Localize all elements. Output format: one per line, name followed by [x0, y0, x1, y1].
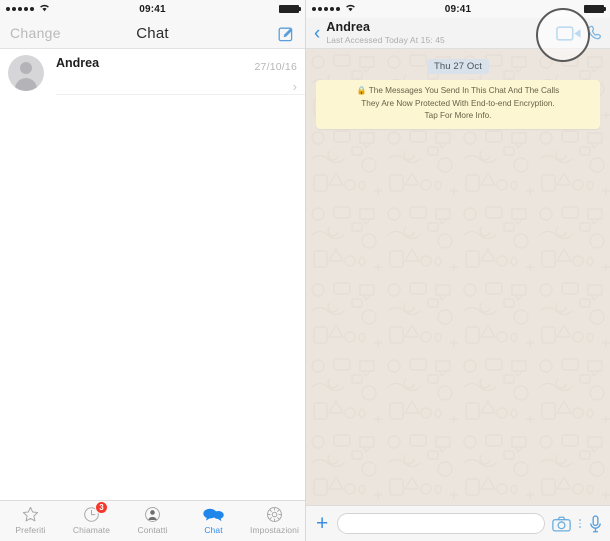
status-bar-left: 09:41	[0, 0, 305, 18]
separator-dots-icon	[578, 519, 582, 528]
message-input[interactable]	[337, 513, 546, 534]
attach-plus-button[interactable]: +	[314, 513, 330, 534]
tab-label: Preferiti	[15, 525, 46, 535]
microphone-icon[interactable]	[589, 514, 602, 533]
person-avatar-icon	[8, 55, 44, 91]
tab-label: Contatti	[137, 525, 168, 535]
chat-list: Andrea 27/10/16 ›	[0, 49, 305, 95]
video-call-icon[interactable]	[556, 25, 582, 42]
status-bar-clock: 09:41	[139, 3, 166, 15]
encryption-text-1: The Messages You Send In This Chat And T…	[368, 86, 560, 95]
recent-calls-clock-icon: 3	[61, 501, 122, 524]
back-chevron-icon[interactable]: ‹	[312, 24, 326, 43]
contacts-person-icon	[122, 504, 183, 524]
tab-chat[interactable]: Chat	[183, 504, 244, 535]
peer-last-seen: Last Accessed Today At 15: 45	[326, 35, 445, 46]
encryption-text-2: They Are Now Protected With End-to-end E…	[361, 98, 555, 108]
battery-icon	[584, 5, 606, 13]
lock-icon: 🔒	[356, 86, 367, 95]
peer-info[interactable]: Andrea Last Accessed Today At 15: 45	[326, 20, 556, 45]
chevron-right-icon: ›	[292, 79, 297, 94]
list-divider	[56, 94, 305, 95]
tab-preferiti[interactable]: Preferiti	[0, 504, 61, 535]
tab-label: Chat	[204, 525, 223, 535]
contact-name: Andrea	[56, 56, 100, 70]
list-item[interactable]: Andrea 27/10/16 ›	[0, 49, 305, 95]
status-bar-right: 09:41	[306, 0, 610, 18]
tab-impostazioni[interactable]: Impostazioni	[244, 504, 305, 535]
date-separator: Thu 27 Oct	[306, 49, 610, 74]
tab-chiamate[interactable]: 3 Chiamate	[61, 501, 122, 535]
settings-gear-icon	[244, 504, 305, 524]
peer-name: Andrea	[326, 20, 370, 35]
left-phone-screen: 09:41 Change Chat Andrea 27/10/16 › Pref…	[0, 0, 305, 541]
status-badge: 3	[95, 501, 108, 514]
chat-date: 27/10/16	[254, 61, 297, 73]
encryption-line-1: 🔒 The Messages You Send In This Chat And …	[322, 85, 594, 98]
message-input-bar: +	[306, 505, 610, 541]
nav-actions	[536, 8, 604, 62]
chat-bubbles-icon	[183, 504, 244, 524]
bottom-tab-bar: Preferiti 3 Chiamate Contatti Chat Impos…	[0, 500, 305, 541]
chat-row-meta: 27/10/16 ›	[255, 55, 297, 93]
encryption-notice[interactable]: 🔒 The Messages You Send In This Chat And …	[316, 80, 600, 130]
phone-call-icon[interactable]	[586, 24, 604, 42]
compose-icon[interactable]	[278, 25, 295, 42]
tab-contatti[interactable]: Contatti	[122, 504, 183, 535]
page-title: Chat	[136, 24, 169, 42]
dual-phone-screenshot: 09:41 Change Chat Andrea 27/10/16 › Pref…	[0, 0, 610, 541]
right-nav-bar: ‹ Andrea Last Accessed Today At 15: 45	[306, 8, 610, 62]
tab-label: Impostazioni	[250, 525, 299, 535]
tab-label: Chiamate	[72, 525, 111, 535]
status-bar-clock: 09:41	[444, 3, 472, 15]
star-icon	[0, 504, 61, 524]
right-phone-screen: 09:41 ‹ Andrea Last Accessed Today At 15…	[305, 0, 610, 541]
camera-icon[interactable]	[552, 516, 572, 532]
date-pill: Thu 27 Oct	[427, 59, 489, 74]
left-nav-bar: Change Chat	[0, 18, 305, 49]
encryption-text-3: Tap For More Info.	[424, 111, 492, 121]
battery-icon	[279, 5, 301, 13]
chat-row-main: Andrea	[44, 55, 255, 70]
conversation-canvas: Thu 27 Oct 🔒 The Messages You Send In Thi…	[306, 49, 610, 505]
